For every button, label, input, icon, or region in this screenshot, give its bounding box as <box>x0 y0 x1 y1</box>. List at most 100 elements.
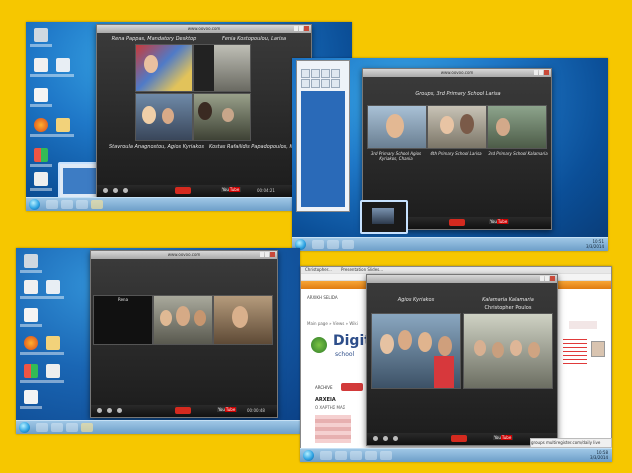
taskbar-button[interactable] <box>380 451 392 460</box>
video-tile[interactable] <box>427 105 487 149</box>
microphone-icon[interactable] <box>107 408 112 413</box>
video-tile[interactable] <box>487 105 547 149</box>
video-tile[interactable] <box>153 295 213 345</box>
video-tile[interactable] <box>463 313 553 389</box>
window-titlebar[interactable]: www.oovoo.com <box>363 69 551 77</box>
close-icon[interactable] <box>304 26 309 31</box>
windows-icon[interactable] <box>30 148 52 167</box>
file-icon[interactable] <box>20 390 42 409</box>
video-call-window[interactable]: www.oovoo.com Rena Pappas, Mandatory Des… <box>96 24 315 198</box>
window-controls[interactable] <box>293 26 309 32</box>
browser-tab[interactable]: Christopher... <box>305 267 332 272</box>
taskbar-button[interactable] <box>46 200 58 209</box>
folder-icon[interactable] <box>42 336 64 355</box>
end-call-button[interactable] <box>175 187 191 194</box>
camera-icon[interactable] <box>103 188 108 193</box>
video-tile[interactable] <box>135 93 193 141</box>
minimize-icon[interactable] <box>260 252 264 257</box>
taskbar-button[interactable] <box>365 451 377 460</box>
tool-icon[interactable] <box>321 69 330 78</box>
window-controls[interactable] <box>539 276 555 282</box>
canvas-area[interactable] <box>301 91 345 207</box>
minimize-icon[interactable] <box>540 276 544 281</box>
taskbar-button[interactable] <box>327 240 339 249</box>
file-icon[interactable] <box>30 58 52 77</box>
youtube-button[interactable]: YouTube <box>221 187 242 192</box>
youtube-button[interactable]: YouTube <box>217 407 238 412</box>
taskbar-button[interactable] <box>76 200 88 209</box>
site-menu[interactable]: ARXIKH SELIDA <box>307 295 338 300</box>
video-tile[interactable] <box>213 295 273 345</box>
windows-icon[interactable] <box>20 364 42 383</box>
microphone-icon[interactable] <box>383 436 388 441</box>
close-icon[interactable] <box>544 70 549 75</box>
system-tray-clock[interactable]: 10:58 3/3/2014 <box>590 450 608 460</box>
taskbar-button[interactable] <box>350 451 362 460</box>
close-icon[interactable] <box>270 252 275 257</box>
microphone-icon[interactable] <box>113 188 118 193</box>
taskbar-button[interactable] <box>36 423 48 432</box>
browser-tab[interactable]: Presentation Slides... <box>341 267 383 272</box>
maximize-icon[interactable] <box>299 26 303 31</box>
minimize-icon[interactable] <box>534 70 538 75</box>
recycle-bin-icon[interactable] <box>20 254 42 273</box>
file-icon[interactable] <box>20 280 42 299</box>
taskbar-button[interactable] <box>51 423 63 432</box>
taskbar-button[interactable] <box>91 200 103 209</box>
maximize-icon[interactable] <box>539 70 543 75</box>
start-button[interactable] <box>19 422 30 433</box>
file-icon[interactable] <box>52 58 74 77</box>
video-tile[interactable] <box>367 105 427 149</box>
close-icon[interactable] <box>550 276 555 281</box>
video-tile[interactable] <box>135 44 193 92</box>
end-call-button[interactable] <box>451 435 467 442</box>
speaker-icon[interactable] <box>123 188 128 193</box>
tool-icon[interactable] <box>331 69 340 78</box>
taskbar-button[interactable] <box>335 451 347 460</box>
side-link[interactable]: ARCHIVE <box>315 385 333 390</box>
window-titlebar[interactable] <box>367 275 557 283</box>
youtube-button[interactable]: YouTube <box>493 435 514 440</box>
tool-icon[interactable] <box>321 79 330 88</box>
tool-icon[interactable] <box>301 79 310 88</box>
video-call-window[interactable]: Agios Kyriakos Kalamaria Kalamaria Chris… <box>366 274 558 446</box>
end-call-button[interactable] <box>449 219 465 226</box>
right-column-links[interactable] <box>563 337 587 367</box>
video-tile-empty[interactable]: Rena <box>93 295 153 345</box>
taskbar-button[interactable] <box>61 200 73 209</box>
tool-icon[interactable] <box>301 69 310 78</box>
start-button[interactable] <box>29 199 40 210</box>
video-tile[interactable] <box>193 93 251 141</box>
file-icon[interactable] <box>30 172 52 191</box>
folder-icon[interactable] <box>52 118 74 137</box>
taskbar-button[interactable] <box>312 240 324 249</box>
window-controls[interactable] <box>533 70 549 76</box>
maximize-icon[interactable] <box>265 252 269 257</box>
window-controls[interactable] <box>259 252 275 258</box>
camera-icon[interactable] <box>97 408 102 413</box>
speaker-icon[interactable] <box>117 408 122 413</box>
system-tray-clock[interactable]: 10:51 3/3/2014 <box>586 239 604 249</box>
taskbar-window-preview[interactable] <box>360 200 408 234</box>
maximize-icon[interactable] <box>545 276 549 281</box>
start-button[interactable] <box>303 450 314 461</box>
file-icon[interactable] <box>42 280 64 299</box>
taskbar-button[interactable] <box>81 423 93 432</box>
taskbar-button[interactable] <box>320 451 332 460</box>
end-call-button[interactable] <box>175 407 191 414</box>
recycle-bin-icon[interactable] <box>30 28 52 47</box>
youtube-button[interactable]: YouTube <box>489 219 510 224</box>
paint-window[interactable] <box>296 60 350 212</box>
file-icon[interactable] <box>42 364 64 383</box>
tool-icon[interactable] <box>311 69 320 78</box>
side-button[interactable] <box>341 383 363 391</box>
video-tile[interactable] <box>193 44 251 92</box>
speaker-icon[interactable] <box>393 436 398 441</box>
window-titlebar[interactable]: www.oovoo.com <box>91 251 277 259</box>
taskbar-button[interactable] <box>66 423 78 432</box>
tool-icon[interactable] <box>331 79 340 88</box>
firefox-icon[interactable] <box>20 336 42 355</box>
file-icon[interactable] <box>20 308 42 327</box>
taskbar-button[interactable] <box>342 240 354 249</box>
tool-icon[interactable] <box>311 79 320 88</box>
